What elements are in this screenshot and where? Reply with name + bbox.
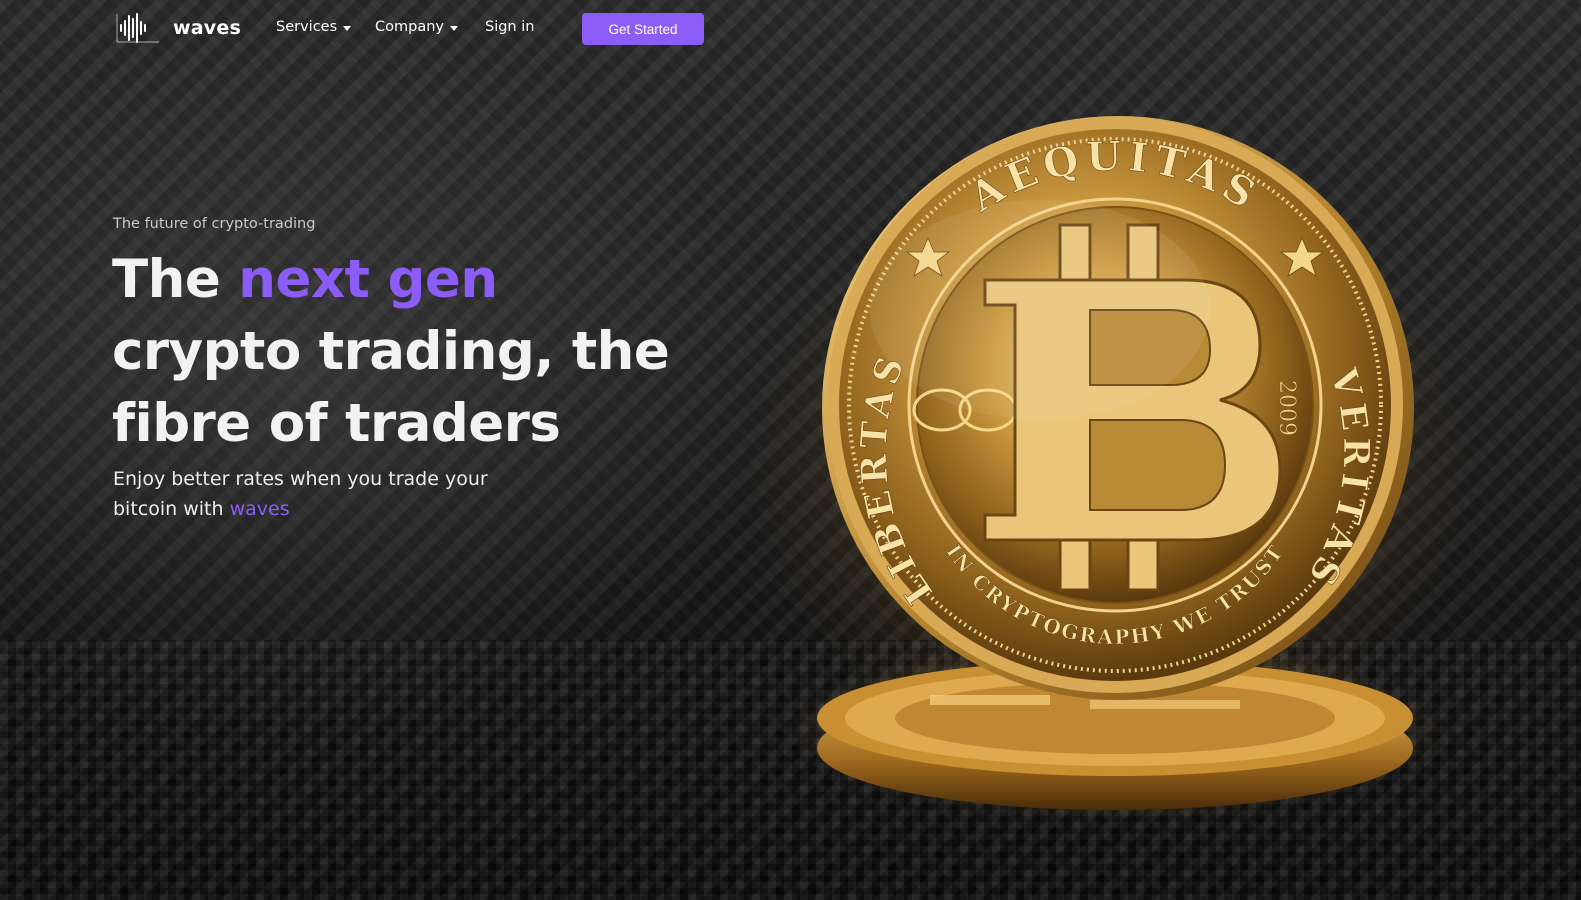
subtitle-brand: waves [229, 498, 290, 520]
headline-accent: next gen [238, 249, 498, 310]
hero-headline: The next gen crypto trading, the fibre of … [112, 244, 732, 460]
subtitle-text: Enjoy better rates when you trade your b… [113, 468, 488, 520]
headline-pre: The [112, 249, 239, 310]
nav-company-label: Company [375, 19, 444, 35]
nav-sign-in[interactable]: Sign in [485, 19, 534, 35]
hero-subtitle: Enjoy better rates when you trade your b… [113, 464, 533, 524]
brand-name: waves [173, 17, 241, 39]
nav-services-label: Services [276, 19, 338, 35]
headline-line-3: fibre of traders [112, 393, 561, 454]
chevron-down-icon [343, 25, 352, 31]
nav-services[interactable]: Services [276, 19, 352, 35]
get-started-button[interactable]: Get Started [582, 13, 704, 45]
headline-line-2: crypto trading, the [112, 321, 670, 382]
nav-company[interactable]: Company [375, 19, 458, 35]
hero-eyebrow: The future of crypto-trading [113, 216, 316, 232]
nav-sign-in-label: Sign in [485, 19, 535, 35]
top-navigation: waves Services Company Sign in Get Start… [0, 0, 1581, 58]
svg-text:2009: 2009 [1274, 380, 1299, 436]
brand-logo[interactable]: waves [115, 12, 241, 44]
chevron-down-icon [449, 25, 458, 31]
bitcoin-coin-image: AEQUITAS LIBERTAS VERITAS IN CRYPTOGRAPH… [790, 100, 1450, 820]
sound-wave-icon [115, 12, 161, 44]
